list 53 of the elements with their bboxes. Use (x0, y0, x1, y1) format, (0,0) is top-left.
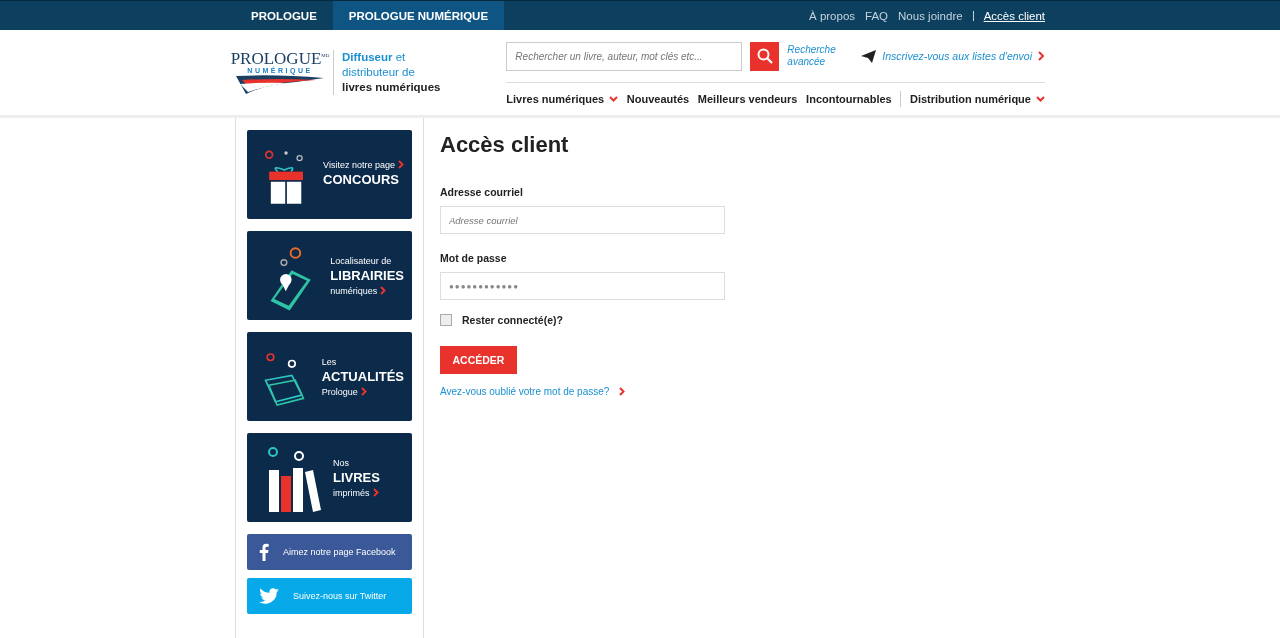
search-field[interactable]: Rechercher un livre, auteur, mot clés etc... (506, 41, 743, 71)
promo-text: LIBRAIRIES (330, 266, 404, 285)
chevron-icon (372, 488, 379, 497)
promo-text: CONCOURS (323, 170, 399, 189)
nav-item[interactable]: Meilleurs vendeurs (697, 93, 798, 105)
nav-item[interactable]: Distribution numérique (909, 93, 1045, 105)
site-tab[interactable]: PROLOGUE NUMÉRIQUE (332, 1, 505, 30)
promo-text: LIVRES (333, 468, 380, 487)
chevron-icon (1038, 51, 1045, 61)
caret-icon (1035, 96, 1045, 102)
chevron-icon (360, 387, 367, 396)
nav-item[interactable]: Livres numériques (506, 93, 619, 105)
promo-text: Nos (333, 457, 349, 468)
email-field[interactable]: Adresse courriel (440, 206, 725, 234)
promo-text: Localisateur de (330, 255, 392, 266)
facebook-button[interactable]: Aimez notre page Facebook (247, 534, 412, 570)
page-title: Accès client (440, 132, 570, 158)
promo-text: Les (321, 356, 337, 367)
nav-item[interactable]: Nouveautés (626, 93, 690, 105)
checkbox[interactable] (440, 314, 452, 326)
promo-text: Visitez notre page (323, 159, 395, 170)
promo-text: imprimés (333, 487, 370, 498)
tagline: Diffuseur et distributeur de livres numériques (333, 50, 442, 95)
password-field[interactable]: ●●●●●●●●●●●● (440, 272, 725, 300)
checkbox-label: Rester connecté(e)? (462, 314, 563, 326)
top-link[interactable]: Nous joindre (898, 9, 963, 22)
bird-icon (259, 588, 279, 604)
advanced-search-link[interactable]: Recherche avancée (787, 44, 850, 68)
chevron-icon (380, 286, 387, 295)
nav-item[interactable]: Incontournables (806, 93, 892, 105)
promo-text: numériques (330, 285, 378, 296)
newsletter-link[interactable]: Inscrivez-vous aux listes d'envoi (882, 50, 1032, 62)
promo-text: Prologue (321, 386, 358, 397)
submit-button[interactable]: ACCÉDER (440, 346, 517, 374)
promo-banner[interactable]: Visitez notre page CONCOURS (247, 130, 412, 219)
top-link[interactable]: À propos (809, 9, 856, 22)
chevron-icon (398, 160, 404, 169)
caret-icon (609, 96, 619, 102)
chevron-icon (619, 387, 626, 396)
paper-plane-icon (861, 49, 877, 63)
promo-banner[interactable]: Les ACTUALITÉS Prologue (247, 332, 412, 421)
promo-banner[interactable]: Nos LIVRES imprimés (247, 433, 412, 522)
top-link[interactable]: Accès client (983, 9, 1045, 22)
top-link[interactable]: FAQ (865, 9, 889, 22)
promo-banner[interactable]: Localisateur de LIBRAIRIES numériques (247, 231, 412, 320)
search-icon (756, 48, 773, 64)
forgot-password-link[interactable]: Avez-vous oublié votre mot de passe? (440, 386, 610, 397)
field-label: Mot de passe (440, 252, 508, 264)
field-label: Adresse courriel (440, 186, 524, 198)
search-button[interactable] (750, 41, 780, 71)
promo-text: ACTUALITÉS (321, 367, 404, 386)
site-tab[interactable]: PROLOGUE (235, 1, 333, 30)
facebook-icon (259, 543, 269, 561)
